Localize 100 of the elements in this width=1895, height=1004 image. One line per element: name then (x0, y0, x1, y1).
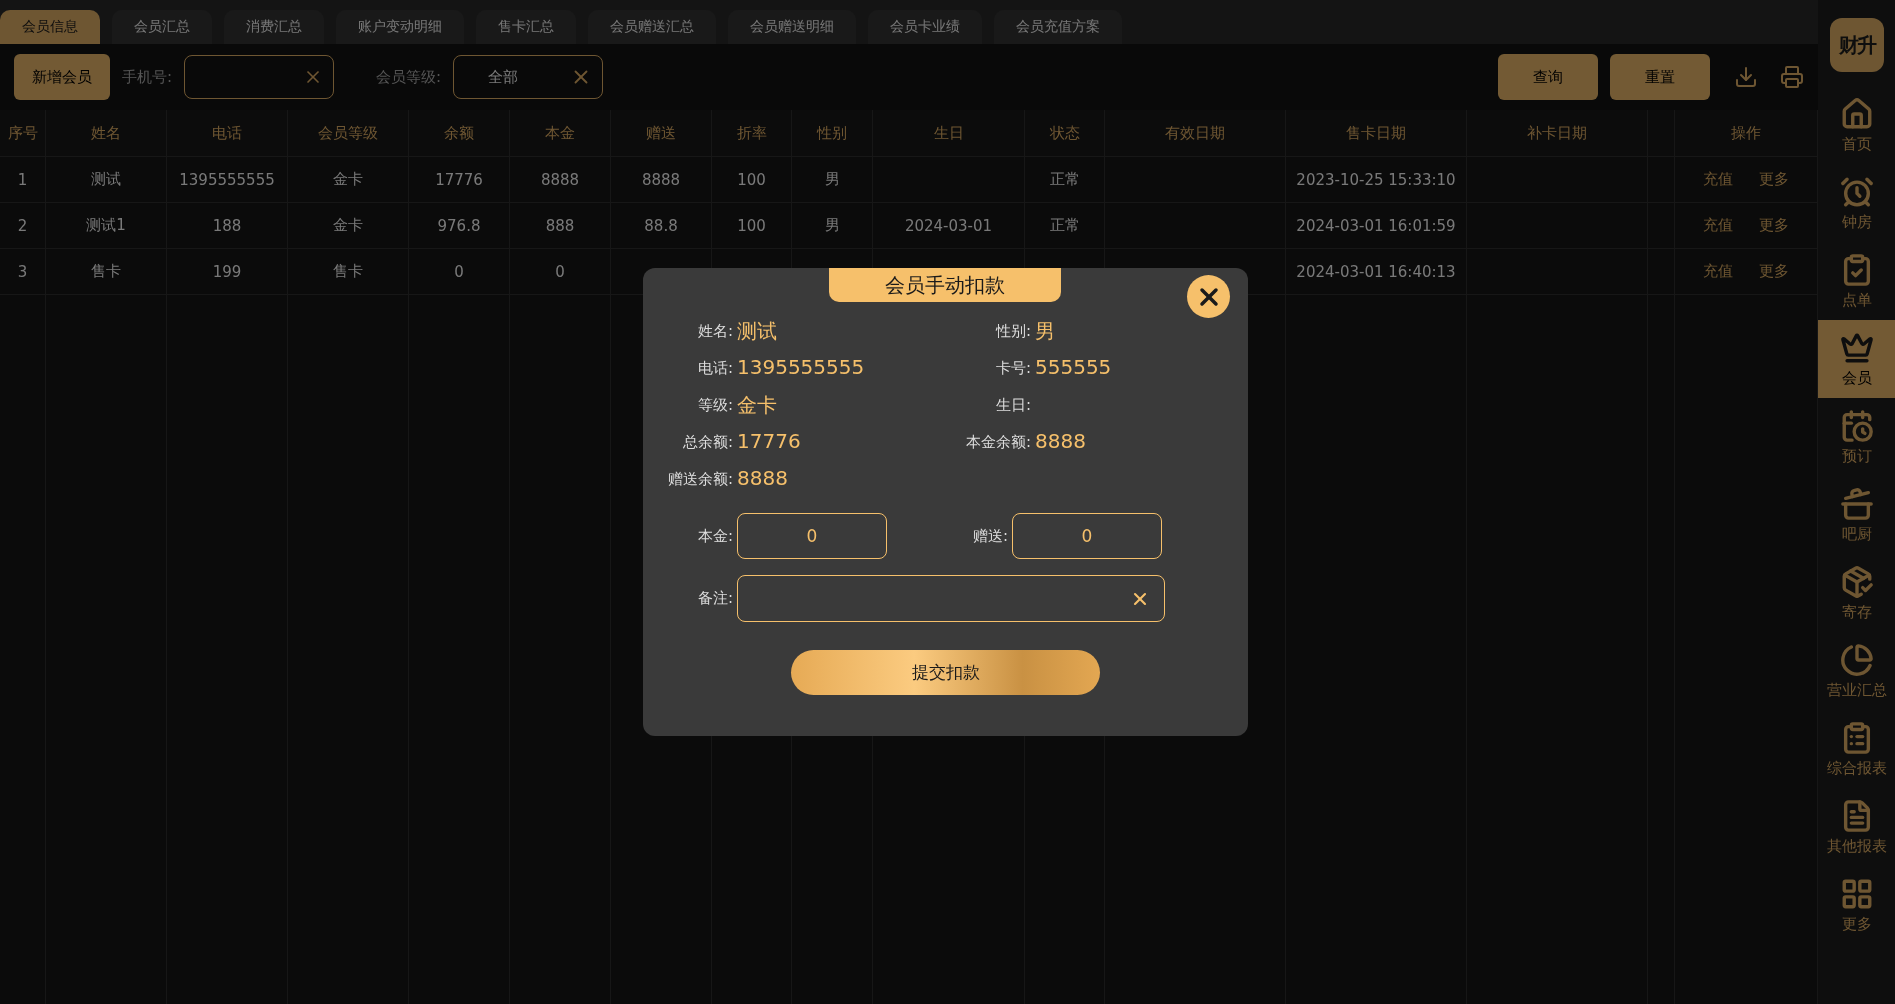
table-cell: 199 (167, 249, 288, 294)
column-header: 有效日期 (1105, 110, 1286, 156)
info-value: 金卡 (737, 392, 778, 419)
table-cell: 2 (0, 203, 46, 248)
column-header: 序号 (0, 110, 46, 156)
column-header: 售卡日期 (1286, 110, 1467, 156)
tab[interactable]: 会员赠送明细 (728, 10, 856, 44)
table-cell: 100 (712, 157, 792, 202)
more-link[interactable]: 更多 (1759, 262, 1789, 281)
column-header: 会员等级 (288, 110, 409, 156)
table-cell: 2024-03-01 16:01:59 (1286, 203, 1467, 248)
table-cell: 金卡 (288, 157, 409, 202)
sidebar-item[interactable]: 预订 (1818, 398, 1895, 476)
table-cell: 188 (167, 203, 288, 248)
add-member-button[interactable]: 新增会员 (14, 54, 110, 100)
sidebar-item[interactable]: 寄存 (1818, 554, 1895, 632)
tab[interactable]: 会员信息 (0, 10, 100, 44)
table-cell: 2024-03-01 (873, 203, 1025, 248)
gift-field[interactable]: 0 (1012, 513, 1162, 559)
nav-icon (1839, 642, 1874, 677)
info-label: 性别: (994, 322, 1032, 341)
info-label: 电话: (696, 359, 734, 378)
download-icon[interactable] (1734, 65, 1758, 89)
tab[interactable]: 消费汇总 (224, 10, 324, 44)
more-link[interactable]: 更多 (1759, 216, 1789, 235)
recharge-link[interactable]: 充值 (1703, 170, 1733, 189)
column-header: 生日 (873, 110, 1025, 156)
table-cell: 8888 (611, 157, 712, 202)
query-button[interactable]: 查询 (1498, 54, 1598, 100)
tab[interactable]: 会员赠送汇总 (588, 10, 716, 44)
more-link[interactable]: 更多 (1759, 170, 1789, 189)
recharge-link[interactable]: 充值 (1703, 216, 1733, 235)
tab[interactable]: 会员充值方案 (994, 10, 1122, 44)
principal-label: 本金: (696, 526, 734, 546)
info-value: 17776 (737, 429, 802, 455)
gift-label: 赠送: (972, 527, 1009, 545)
tab[interactable]: 售卡汇总 (476, 10, 576, 44)
table-cell: 金卡 (288, 203, 409, 248)
info-label: 赠送余额: (666, 470, 734, 489)
level-select[interactable]: 全部 (453, 55, 604, 99)
table-cell: 男 (792, 203, 873, 248)
table-cell: 976.8 (409, 203, 510, 248)
column-header: 余额 (409, 110, 510, 156)
info-value: 8888 (1035, 429, 1087, 455)
info-value: 测试 (737, 318, 778, 345)
remark-label: 备注: (696, 589, 734, 608)
table-cell: 售卡 (46, 249, 167, 294)
nav-icon (1839, 486, 1874, 521)
table-cell: 0 (409, 249, 510, 294)
column-header: 性别 (792, 110, 873, 156)
tab[interactable]: 会员汇总 (112, 10, 212, 44)
table-cell: 测试1 (46, 203, 167, 248)
sidebar-item[interactable]: 会员 (1818, 320, 1895, 398)
info-label: 总余额: (681, 433, 734, 452)
tab[interactable]: 会员卡业绩 (868, 10, 982, 44)
sidebar-item[interactable]: 营业汇总 (1818, 632, 1895, 710)
table-cell: 3 (0, 249, 46, 294)
table-cell: 100 (712, 203, 792, 248)
column-header: 电话 (167, 110, 288, 156)
sidebar-item[interactable]: 吧厨 (1818, 476, 1895, 554)
table-cell: 2023-10-25 15:33:10 (1286, 157, 1467, 202)
info-value: 1395555555 (737, 355, 866, 381)
column-header: 补卡日期 (1467, 110, 1648, 156)
table-cell: 8888 (510, 157, 611, 202)
sidebar-item[interactable]: 钟房 (1818, 164, 1895, 242)
column-header: 赠送 (611, 110, 712, 156)
info-value: 男 (1035, 318, 1056, 345)
info-value: 8888 (737, 466, 789, 492)
table-cell: 售卡 (288, 249, 409, 294)
close-button[interactable] (1187, 275, 1230, 318)
phone-field[interactable] (184, 55, 335, 99)
print-icon[interactable] (1780, 65, 1804, 89)
sidebar-item[interactable]: 更多 (1818, 866, 1895, 944)
table-cell: 正常 (1025, 157, 1105, 202)
table-cell: 88.8 (611, 203, 712, 248)
info-label: 生日: (994, 396, 1032, 415)
table-cell: 正常 (1025, 203, 1105, 248)
phone-label: 手机号: (122, 67, 173, 87)
info-label: 等级: (696, 396, 734, 415)
column-header: 状态 (1025, 110, 1105, 156)
sidebar-item[interactable]: 点单 (1818, 242, 1895, 320)
table-cell: 1 (0, 157, 46, 202)
sidebar-item[interactable]: 综合报表 (1818, 710, 1895, 788)
column-header: 姓名 (46, 110, 167, 156)
submit-button[interactable]: 提交扣款 (791, 650, 1100, 695)
reset-button[interactable]: 重置 (1610, 54, 1710, 100)
table-cell: 0 (510, 249, 611, 294)
principal-field[interactable]: 0 (737, 513, 887, 559)
info-label: 卡号: (994, 359, 1032, 378)
table-cell: 1395555555 (167, 157, 288, 202)
info-label: 本金余额: (964, 433, 1032, 452)
sidebar-item[interactable]: 其他报表 (1818, 788, 1895, 866)
sidebar-item[interactable]: 首页 (1818, 86, 1895, 164)
table-cell: 2024-03-01 16:40:13 (1286, 249, 1467, 294)
level-label: 会员等级: (376, 67, 442, 87)
tab[interactable]: 账户变动明细 (336, 10, 464, 44)
recharge-link[interactable]: 充值 (1703, 262, 1733, 281)
table-cell: 17776 (409, 157, 510, 202)
info-value: 555555 (1035, 355, 1113, 381)
remark-field[interactable] (737, 575, 1165, 622)
